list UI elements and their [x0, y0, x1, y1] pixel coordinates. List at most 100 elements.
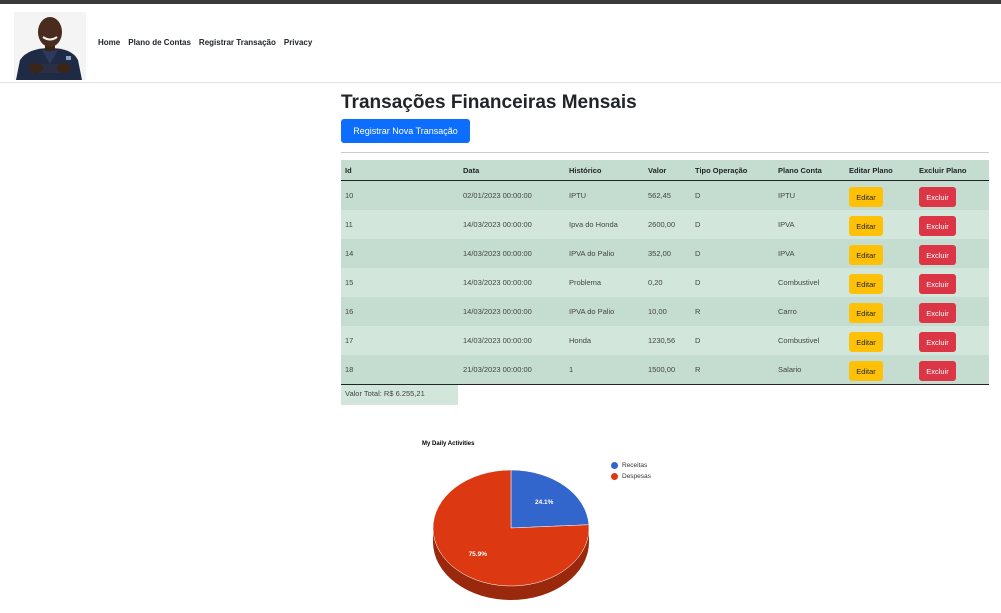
- cell-plano: IPVA: [774, 210, 845, 239]
- cell-historico: Ipva do Honda: [565, 210, 644, 239]
- chart-title: My Daily Activities: [422, 441, 475, 447]
- cell-delete: Excluir: [915, 210, 989, 239]
- nav-plano-contas-link[interactable]: Plano de Contas: [128, 38, 191, 47]
- table-row: 15 14/03/2023 00:00:00 Problema 0,20 D C…: [341, 268, 989, 297]
- cell-tipo: R: [691, 355, 774, 385]
- delete-button[interactable]: Excluir: [919, 187, 956, 207]
- nav-home-link[interactable]: Home: [98, 38, 120, 47]
- cell-delete: Excluir: [915, 180, 989, 210]
- cell-historico: IPVA do Palio: [565, 297, 644, 326]
- legend-item-receitas: Receitas: [611, 460, 651, 471]
- edit-button[interactable]: Editar: [849, 274, 883, 294]
- col-header-historico: Histórico: [565, 160, 644, 181]
- cell-data: 14/03/2023 00:00:00: [459, 297, 565, 326]
- pie-value-label: 75.9%: [469, 551, 488, 558]
- legend-label: Receitas: [622, 462, 648, 469]
- cell-valor: 1230,56: [644, 326, 691, 355]
- cell-delete: Excluir: [915, 326, 989, 355]
- legend-item-despesas: Despesas: [611, 471, 651, 482]
- cell-valor: 562,45: [644, 180, 691, 210]
- pie-value-label: 24.1%: [535, 499, 554, 506]
- divider: [341, 152, 989, 153]
- cell-id: 14: [341, 239, 459, 268]
- total-value: Valor Total: R$ 6.255,21: [341, 385, 458, 405]
- cell-data: 14/03/2023 00:00:00: [459, 268, 565, 297]
- cell-plano: Combustivel: [774, 326, 845, 355]
- edit-button[interactable]: Editar: [849, 332, 883, 352]
- page-title: Transações Financeiras Mensais: [341, 92, 637, 113]
- cell-data: 14/03/2023 00:00:00: [459, 326, 565, 355]
- col-header-id: Id: [341, 160, 459, 181]
- cell-data: 02/01/2023 00:00:00: [459, 180, 565, 210]
- legend-swatch: [611, 473, 618, 480]
- edit-button[interactable]: Editar: [849, 361, 883, 381]
- cell-id: 17: [341, 326, 459, 355]
- cell-valor: 2600,00: [644, 210, 691, 239]
- table-row: 10 02/01/2023 00:00:00 IPTU 562,45 D IPT…: [341, 180, 989, 210]
- table-row: 11 14/03/2023 00:00:00 Ipva do Honda 260…: [341, 210, 989, 239]
- cell-tipo: R: [691, 297, 774, 326]
- col-header-excluir-plano: Excluir Plano: [915, 160, 989, 181]
- delete-button[interactable]: Excluir: [919, 361, 956, 381]
- cell-historico: 1: [565, 355, 644, 385]
- cell-tipo: D: [691, 210, 774, 239]
- cell-tipo: D: [691, 326, 774, 355]
- cell-plano: IPVA: [774, 239, 845, 268]
- col-header-editar-plano: Editar Plano: [845, 160, 915, 181]
- legend-label: Despesas: [622, 473, 651, 480]
- col-header-plano-conta: Plano Conta: [774, 160, 845, 181]
- table-header-row: Id Data Histórico Valor Tipo Operação Pl…: [341, 160, 989, 181]
- legend-swatch: [611, 462, 618, 469]
- chart-legend: Receitas Despesas: [611, 460, 651, 482]
- cell-edit: Editar: [845, 355, 915, 385]
- table-row: 16 14/03/2023 00:00:00 IPVA do Palio 10,…: [341, 297, 989, 326]
- edit-button[interactable]: Editar: [849, 245, 883, 265]
- pie-chart: 24.1% 75.9%: [432, 469, 590, 600]
- cell-historico: Honda: [565, 326, 644, 355]
- cell-edit: Editar: [845, 239, 915, 268]
- logo-image[interactable]: [14, 12, 86, 80]
- cell-delete: Excluir: [915, 297, 989, 326]
- transactions-table: Id Data Histórico Valor Tipo Operação Pl…: [341, 160, 989, 385]
- cell-delete: Excluir: [915, 268, 989, 297]
- col-header-data: Data: [459, 160, 565, 181]
- cell-plano: Salario: [774, 355, 845, 385]
- table-row: 17 14/03/2023 00:00:00 Honda 1230,56 D C…: [341, 326, 989, 355]
- cell-historico: Problema: [565, 268, 644, 297]
- navbar: Home Plano de Contas Registrar Transação…: [0, 4, 1001, 83]
- delete-button[interactable]: Excluir: [919, 245, 956, 265]
- delete-button[interactable]: Excluir: [919, 303, 956, 323]
- cell-delete: Excluir: [915, 355, 989, 385]
- cell-plano: Carro: [774, 297, 845, 326]
- col-header-valor: Valor: [644, 160, 691, 181]
- table-row: 14 14/03/2023 00:00:00 IPVA do Palio 352…: [341, 239, 989, 268]
- cell-plano: IPTU: [774, 180, 845, 210]
- cell-edit: Editar: [845, 297, 915, 326]
- delete-button[interactable]: Excluir: [919, 332, 956, 352]
- cell-edit: Editar: [845, 326, 915, 355]
- cell-id: 11: [341, 210, 459, 239]
- cell-historico: IPVA do Palio: [565, 239, 644, 268]
- cell-edit: Editar: [845, 180, 915, 210]
- cell-valor: 1500,00: [644, 355, 691, 385]
- delete-button[interactable]: Excluir: [919, 274, 956, 294]
- cell-data: 14/03/2023 00:00:00: [459, 239, 565, 268]
- table-row: 18 21/03/2023 00:00:00 1 1500,00 R Salar…: [341, 355, 989, 385]
- nav-privacy-link[interactable]: Privacy: [284, 38, 312, 47]
- edit-button[interactable]: Editar: [849, 216, 883, 236]
- cell-valor: 0,20: [644, 268, 691, 297]
- cell-historico: IPTU: [565, 180, 644, 210]
- new-transaction-button[interactable]: Registrar Nova Transação: [341, 119, 470, 143]
- cell-valor: 10,00: [644, 297, 691, 326]
- cell-data: 14/03/2023 00:00:00: [459, 210, 565, 239]
- col-header-tipo-operacao: Tipo Operação: [691, 160, 774, 181]
- delete-button[interactable]: Excluir: [919, 216, 956, 236]
- cell-tipo: D: [691, 239, 774, 268]
- nav-registrar-transacao-link[interactable]: Registrar Transação: [199, 38, 276, 47]
- edit-button[interactable]: Editar: [849, 187, 883, 207]
- cell-tipo: D: [691, 268, 774, 297]
- edit-button[interactable]: Editar: [849, 303, 883, 323]
- cell-edit: Editar: [845, 268, 915, 297]
- cell-tipo: D: [691, 180, 774, 210]
- nav-links: Home Plano de Contas Registrar Transação…: [98, 38, 312, 47]
